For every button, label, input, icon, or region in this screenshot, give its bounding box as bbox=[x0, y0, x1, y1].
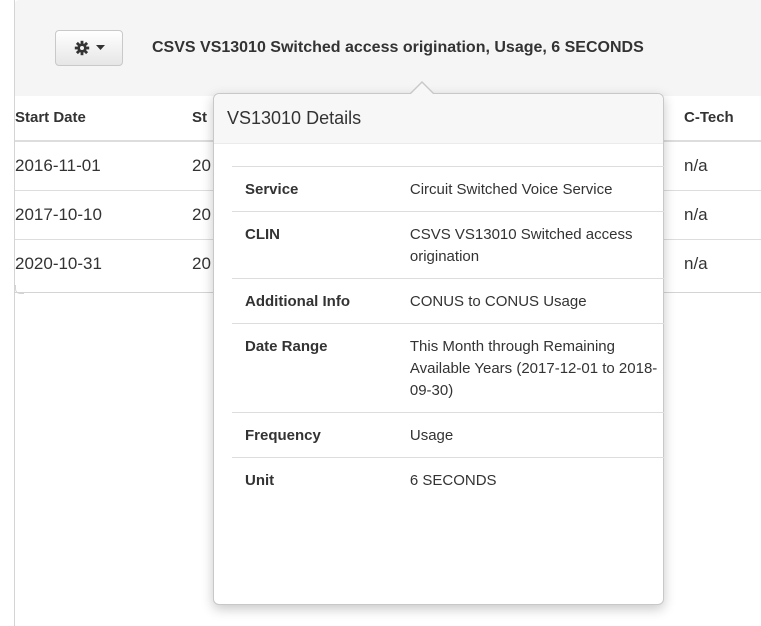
detail-row-date-range: Date Range This Month through Remaining … bbox=[232, 323, 664, 413]
detail-row-additional-info: Additional Info CONUS to CONUS Usage bbox=[232, 278, 664, 324]
cell-start-date: 2020-10-31 bbox=[15, 254, 102, 273]
detail-value: This Month through Remaining Available Y… bbox=[409, 338, 658, 399]
detail-label: Frequency bbox=[245, 427, 321, 444]
detail-row-service: Service Circuit Switched Voice Service bbox=[232, 166, 664, 212]
column-header-c-tech[interactable]: C-Tech bbox=[684, 109, 734, 126]
detail-value: 6 SECONDS bbox=[409, 472, 497, 489]
settings-dropdown-button[interactable] bbox=[55, 30, 123, 66]
detail-value: CONUS to CONUS Usage bbox=[409, 293, 587, 310]
detail-label: Unit bbox=[245, 472, 275, 489]
detail-label: Service bbox=[245, 181, 299, 198]
detail-label: Date Range bbox=[245, 338, 328, 355]
detail-value: Circuit Switched Voice Service bbox=[409, 181, 613, 198]
details-popover: VS13010 Details Service Circuit Switched… bbox=[213, 81, 664, 605]
cell-start-date: 2016-11-01 bbox=[15, 156, 101, 175]
cell-c-tech: n/a bbox=[684, 254, 708, 273]
cell-stop-date: 20 bbox=[192, 156, 211, 175]
table-corner bbox=[15, 285, 24, 294]
cell-stop-date: 20 bbox=[192, 254, 211, 273]
detail-label: CLIN bbox=[245, 226, 280, 243]
gear-icon bbox=[74, 40, 90, 56]
cell-start-date: 2017-10-10 bbox=[15, 205, 102, 224]
detail-value: CSVS VS13010 Switched access origination bbox=[409, 226, 633, 265]
details-table: Service Circuit Switched Voice Service C… bbox=[232, 166, 664, 502]
cell-stop-date: 20 bbox=[192, 205, 211, 224]
column-header-stop-date[interactable]: St bbox=[192, 109, 207, 126]
caret-down-icon bbox=[95, 45, 105, 51]
detail-value: Usage bbox=[409, 427, 454, 444]
column-header-start-date[interactable]: Start Date bbox=[15, 109, 86, 126]
detail-row-frequency: Frequency Usage bbox=[232, 412, 664, 458]
detail-row-unit: Unit 6 SECONDS bbox=[232, 457, 664, 503]
detail-row-clin: CLIN CSVS VS13010 Switched access origin… bbox=[232, 211, 664, 279]
detail-label: Additional Info bbox=[245, 293, 350, 310]
clin-title: CSVS VS13010 Switched access origination… bbox=[152, 39, 644, 56]
panel-header: CSVS VS13010 Switched access origination… bbox=[15, 0, 761, 96]
cell-c-tech: n/a bbox=[684, 156, 708, 175]
cell-c-tech: n/a bbox=[684, 205, 708, 224]
popover-title: VS13010 Details bbox=[214, 94, 663, 144]
popover-arrow-fill bbox=[410, 83, 434, 95]
